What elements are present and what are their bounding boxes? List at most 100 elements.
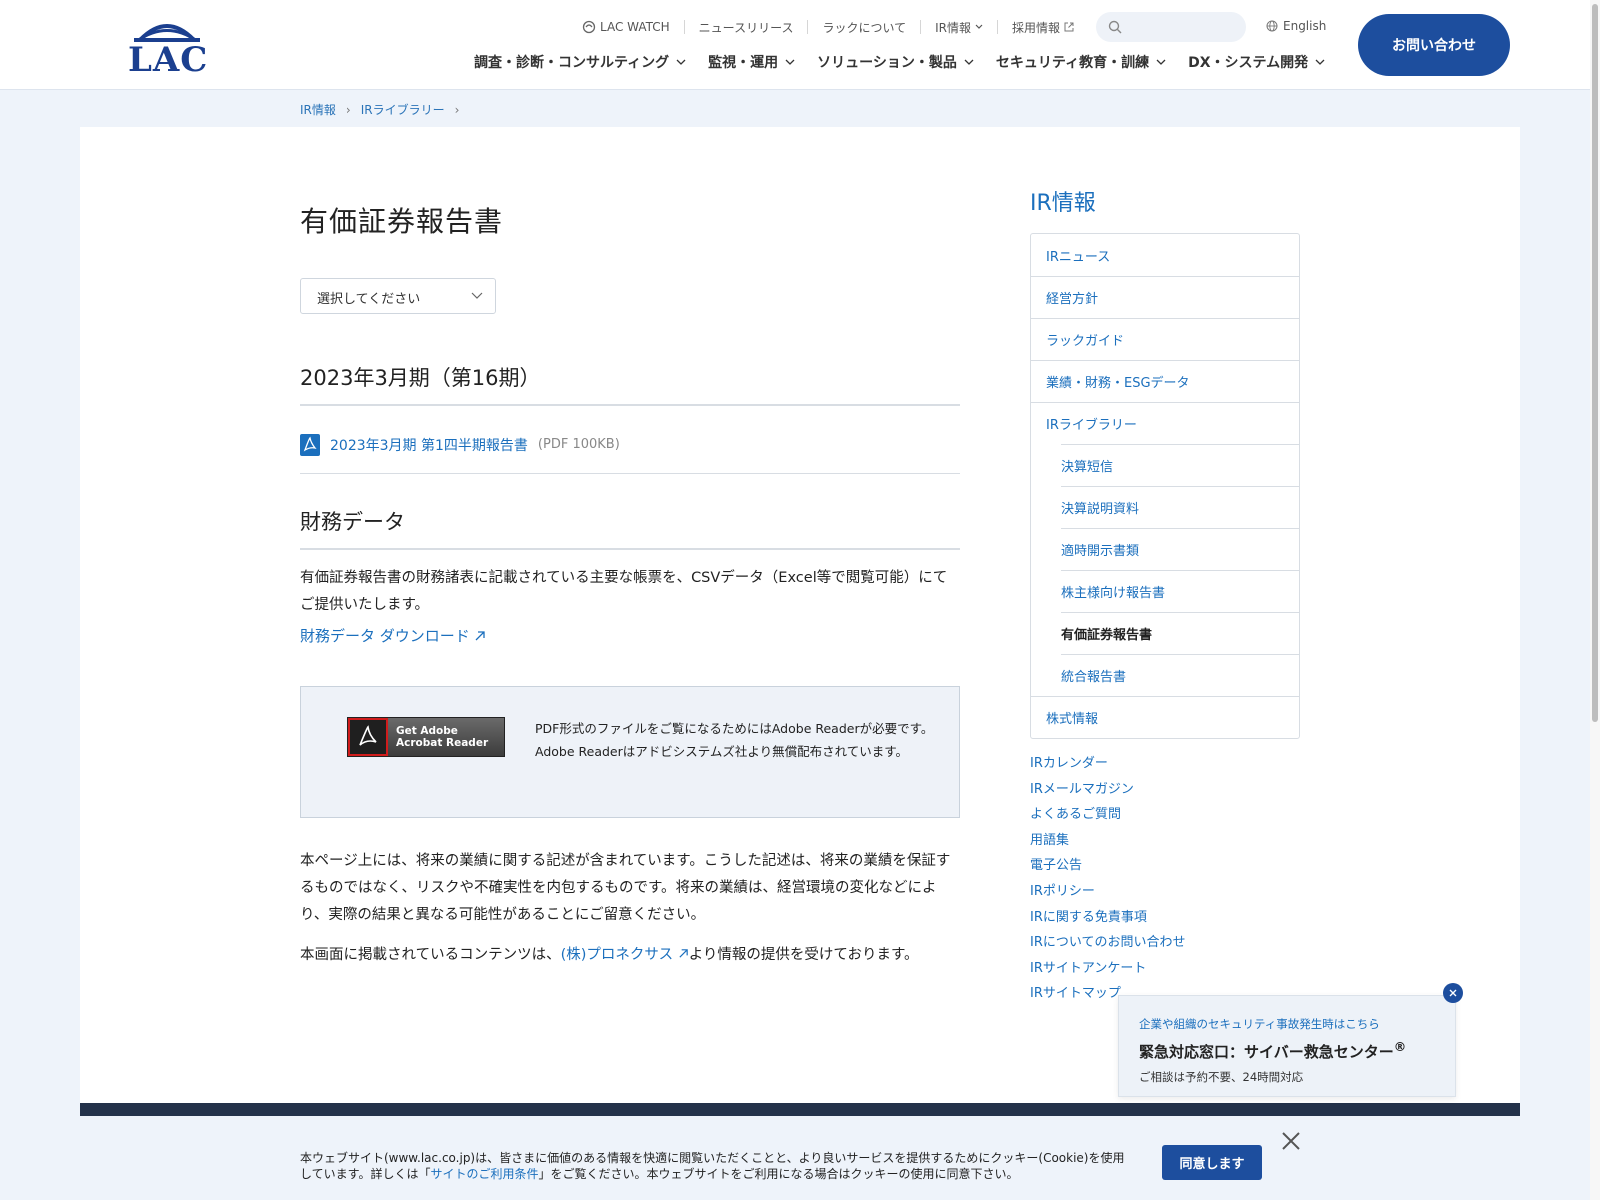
sidebar-links: IRカレンダー IRメールマガジン よくあるご質問 用語集 電子公告 IRポリシ… [1030, 751, 1185, 1007]
sidebar-title[interactable]: IR情報 [1030, 185, 1300, 217]
utility-nav: LAC WATCH ニュースリリース ラックについて IR情報 採用情報 [582, 16, 1088, 38]
chevron-down-icon [471, 292, 483, 299]
mainnav-label: ソリューション・製品 [817, 55, 957, 71]
source-prefix: 本画面に掲載されているコンテンツは、 [300, 947, 561, 963]
adobe-reader-notice: Get Adobe Acrobat Reader PDF形式のファイルをご覧にな… [300, 686, 960, 818]
lac-watch-icon [582, 20, 596, 34]
sidebar-link-survey[interactable]: IRサイトアンケート [1030, 956, 1185, 982]
source-suffix: より情報の提供を受けております。 [688, 947, 919, 963]
sidebar-item-management-policy[interactable]: 経営方針 [1031, 276, 1299, 318]
language-label: English [1283, 19, 1327, 33]
cookie-accept-button[interactable]: 同意します [1162, 1145, 1262, 1180]
chevron-down-icon [1156, 59, 1166, 65]
nav-ir-info[interactable]: IR情報 [920, 20, 997, 35]
sidebar-item-ir-news[interactable]: IRニュース [1031, 234, 1299, 276]
adobe-badge-line2: Acrobat Reader [396, 737, 489, 749]
sidebar-item-timely-disclosure[interactable]: 適時開示書類 [1061, 528, 1299, 570]
content-area: 有価証券報告書 選択してください 2023年3月期（第16期） 2023年3月期… [80, 127, 1520, 1107]
emergency-contact-popup[interactable]: 企業や組織のセキュリティ事故発生時はこちら 緊急対応窓口：サイバー救急センター®… [1118, 995, 1456, 1097]
nav-about-lac-label: ラックについて [822, 20, 907, 35]
sidebar-item-earnings-report[interactable]: 決算短信 [1061, 444, 1299, 486]
sidebar-item-stock-info[interactable]: 株式情報 [1031, 696, 1299, 738]
pdf-size: (PDF 100KB) [537, 437, 620, 452]
cookie-consent-bar: 本ウェブサイト(www.lac.co.jp)は、皆さまに価値のある情報を快適に閲… [0, 1116, 1600, 1200]
nav-news-release[interactable]: ニュースリリース [683, 20, 808, 35]
nav-lac-watch[interactable]: LAC WATCH [582, 20, 684, 34]
sidebar-link-electronic-notice[interactable]: 電子公告 [1030, 853, 1185, 879]
pdf-document-row: 2023年3月期 第1四半期報告書 (PDF 100KB) [300, 416, 960, 474]
arrow-up-right-icon [475, 630, 485, 640]
mainnav-monitoring[interactable]: 監視・運用 [708, 52, 795, 72]
lac-logo[interactable]: LAC [128, 18, 207, 80]
registered-mark: ® [1393, 1039, 1407, 1054]
close-icon [1449, 989, 1457, 997]
chevron-right-icon: › [345, 102, 351, 117]
sidebar-item-securities-report[interactable]: 有価証券報告書 [1061, 612, 1299, 654]
sidebar-link-mail-magazine[interactable]: IRメールマガジン [1030, 777, 1185, 803]
contact-button[interactable]: お問い合わせ [1358, 14, 1510, 76]
mainnav-solutions[interactable]: ソリューション・製品 [817, 52, 974, 72]
pronexus-link-label: (株)プロネクサス [560, 947, 674, 963]
scrollbar-thumb[interactable] [1592, 4, 1598, 722]
globe-icon [1266, 20, 1278, 32]
chevron-down-icon [964, 59, 974, 65]
adobe-description: PDF形式のファイルをご覧になるためにはAdobe Readerが必要です。Ad… [535, 721, 934, 759]
external-link-icon [1064, 22, 1074, 32]
pdf-q1-report-link[interactable]: 2023年3月期 第1四半期報告書 [330, 435, 528, 455]
get-adobe-reader-button[interactable]: Get Adobe Acrobat Reader [347, 717, 505, 757]
mainnav-consulting[interactable]: 調査・診断・コンサルティング [474, 52, 686, 72]
sidebar-link-disclaimer[interactable]: IRに関する免責事項 [1030, 905, 1185, 931]
financial-data-download-link[interactable]: 財務データ ダウンロード [300, 625, 486, 646]
search-input[interactable] [1096, 12, 1246, 42]
ir-sidebar: IR情報 IRニュース 経営方針 ラックガイド 業績・財務・ESGデータ IRラ… [1030, 185, 1300, 1001]
chevron-down-icon [785, 59, 795, 65]
sidebar-link-ir-calendar[interactable]: IRカレンダー [1030, 751, 1185, 777]
chevron-down-icon [975, 24, 983, 29]
sidebar-item-integrated-report[interactable]: 統合報告書 [1061, 654, 1299, 696]
search-icon [1108, 20, 1122, 34]
sidebar-item-ir-library[interactable]: IRライブラリー [1031, 402, 1299, 444]
mainnav-education[interactable]: セキュリティ教育・訓練 [996, 52, 1166, 72]
logo-text: LAC [128, 40, 209, 80]
mainnav-dx[interactable]: DX・システム開発 [1188, 52, 1325, 72]
sidebar-menu: IRニュース 経営方針 ラックガイド 業績・財務・ESGデータ IRライブラリー… [1030, 233, 1300, 739]
cookie-text-b: 」をご覧ください。本ウェブサイトをご利用になる場合はクッキーの使用に同意下さい。 [538, 1167, 1019, 1181]
mainnav-label: DX・システム開発 [1188, 55, 1309, 71]
nav-news-release-label: ニュースリリース [698, 20, 794, 35]
sidebar-link-ir-contact[interactable]: IRについてのお問い合わせ [1030, 930, 1185, 956]
sidebar-item-shareholder-report[interactable]: 株主様向け報告書 [1061, 570, 1299, 612]
sidebar-item-presentation-materials[interactable]: 決算説明資料 [1061, 486, 1299, 528]
page-title: 有価証券報告書 [300, 205, 504, 238]
adobe-badge-text: Get Adobe Acrobat Reader [388, 725, 488, 749]
logo-arcs-icon [134, 24, 200, 42]
close-icon[interactable] [1280, 1130, 1302, 1152]
sidebar-item-performance-esg[interactable]: 業績・財務・ESGデータ [1031, 360, 1299, 402]
nav-about-lac[interactable]: ラックについて [807, 20, 920, 35]
popup-close-button[interactable] [1443, 983, 1463, 1003]
nav-ir-info-label: IR情報 [935, 20, 972, 35]
adobe-acrobat-icon [348, 718, 388, 756]
breadcrumb: IR情報 › IRライブラリー › [300, 101, 459, 118]
terms-of-use-link[interactable]: サイトのご利用条件 [430, 1167, 538, 1181]
nav-recruit-label: 採用情報 [1012, 20, 1061, 35]
nav-recruit[interactable]: 採用情報 [997, 20, 1088, 35]
sidebar-link-ir-policy[interactable]: IRポリシー [1030, 879, 1185, 905]
sidebar-link-faq[interactable]: よくあるご質問 [1030, 802, 1185, 828]
popup-line1: 企業や組織のセキュリティ事故発生時はこちら [1139, 1017, 1380, 1031]
main-column: 有価証券報告書 選択してください 2023年3月期（第16期） 2023年3月期… [300, 200, 960, 963]
sidebar-link-glossary[interactable]: 用語集 [1030, 828, 1185, 854]
language-switch[interactable]: English [1266, 19, 1326, 33]
nav-lac-watch-label: LAC WATCH [600, 20, 670, 34]
chevron-right-icon: › [454, 102, 460, 117]
period-select-value: 選択してください [317, 292, 421, 307]
period-select[interactable]: 選択してください [300, 278, 496, 314]
section-title-fy2023: 2023年3月期（第16期） [300, 362, 960, 406]
mainnav-label: 調査・診断・コンサルティング [474, 55, 670, 71]
sidebar-item-lac-guide[interactable]: ラックガイド [1031, 318, 1299, 360]
breadcrumb-ir-library[interactable]: IRライブラリー [361, 101, 445, 118]
content-source-note: 本画面に掲載されているコンテンツは、(株)プロネクサス より情報の提供を受けてお… [300, 942, 960, 969]
chevron-down-icon [676, 59, 686, 65]
pronexus-link[interactable]: (株)プロネクサス [561, 947, 689, 963]
breadcrumb-ir-info[interactable]: IR情報 [300, 101, 336, 118]
popup-title-text: 緊急対応窓口：サイバー救急センター [1139, 1043, 1394, 1061]
